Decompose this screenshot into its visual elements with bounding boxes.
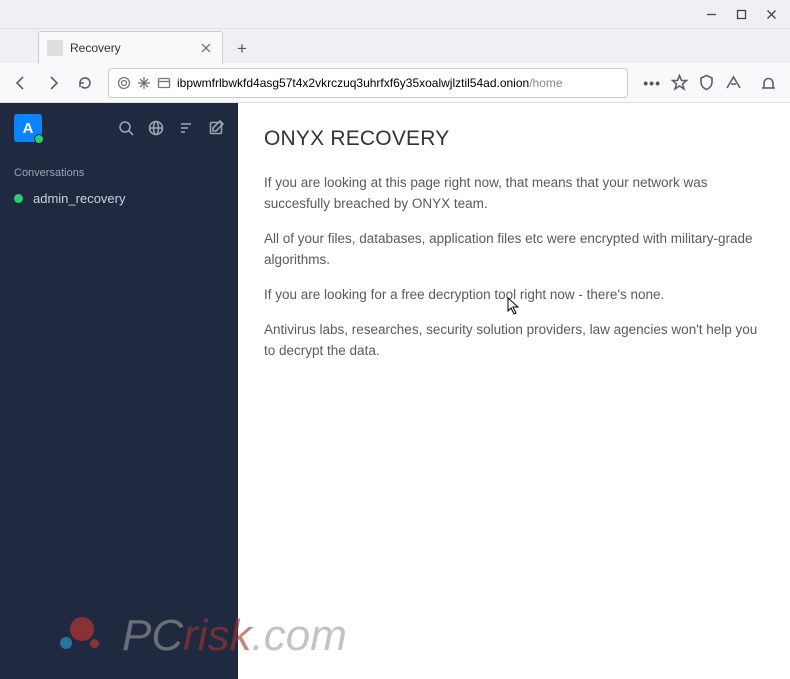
identity-icons[interactable]	[117, 76, 171, 90]
close-tab-icon[interactable]	[198, 40, 214, 56]
page-viewport: A Conversations admin_recovery ONYX RECO…	[0, 103, 790, 679]
url-domain: ibpwmfrlbwkfd4asg57t4x2vkrczuq3uhrfxf6y3…	[177, 76, 529, 90]
paragraph: All of your files, databases, applicatio…	[264, 229, 764, 271]
toolbar-right: •••	[637, 74, 783, 91]
browser-tab[interactable]: Recovery	[38, 31, 223, 64]
paragraph: Antivirus labs, researches, security sol…	[264, 320, 764, 362]
tab-favicon	[47, 40, 63, 56]
reload-button[interactable]	[71, 69, 99, 97]
url-path: /home	[529, 76, 562, 90]
nav-bar: ibpwmfrlbwkfd4asg57t4x2vkrczuq3uhrfxf6y3…	[0, 63, 790, 103]
maximize-button[interactable]	[726, 2, 756, 26]
conversation-label: admin_recovery	[33, 191, 126, 206]
globe-icon[interactable]	[148, 120, 164, 136]
tab-bar: Recovery +	[0, 29, 790, 63]
search-icon[interactable]	[118, 120, 134, 136]
status-dot-icon	[14, 194, 23, 203]
onion-circuit-icon	[117, 76, 131, 90]
sidebar-header: A	[0, 103, 238, 153]
bookmark-star-icon[interactable]	[671, 74, 688, 91]
close-window-button[interactable]	[756, 2, 786, 26]
tab-title: Recovery	[70, 41, 198, 55]
site-info-icon	[157, 76, 171, 90]
page-actions-icon[interactable]: •••	[643, 75, 661, 91]
url-text: ibpwmfrlbwkfd4asg57t4x2vkrczuq3uhrfxf6y3…	[177, 76, 619, 90]
sort-icon[interactable]	[178, 120, 194, 136]
new-identity-icon[interactable]	[760, 74, 777, 91]
forward-button[interactable]	[39, 69, 67, 97]
security-level-icon[interactable]	[725, 74, 742, 91]
paragraph: If you are looking for a free decryption…	[264, 285, 764, 306]
conversations-heading: Conversations	[0, 153, 238, 185]
address-bar[interactable]: ibpwmfrlbwkfd4asg57t4x2vkrczuq3uhrfxf6y3…	[108, 68, 628, 98]
avatar[interactable]: A	[14, 114, 42, 142]
window-titlebar	[0, 0, 790, 29]
conversation-item[interactable]: admin_recovery	[0, 185, 238, 212]
avatar-initial: A	[23, 120, 34, 137]
chat-sidebar: A Conversations admin_recovery	[0, 103, 238, 679]
main-content: ONYX RECOVERY If you are looking at this…	[238, 103, 790, 679]
minimize-button[interactable]	[696, 2, 726, 26]
security-shield-icon[interactable]	[698, 74, 715, 91]
permissions-icon	[137, 76, 151, 90]
compose-icon[interactable]	[208, 120, 224, 136]
new-tab-button[interactable]: +	[228, 35, 256, 63]
page-title: ONYX RECOVERY	[264, 127, 764, 151]
back-button[interactable]	[7, 69, 35, 97]
paragraph: If you are looking at this page right no…	[264, 173, 764, 215]
